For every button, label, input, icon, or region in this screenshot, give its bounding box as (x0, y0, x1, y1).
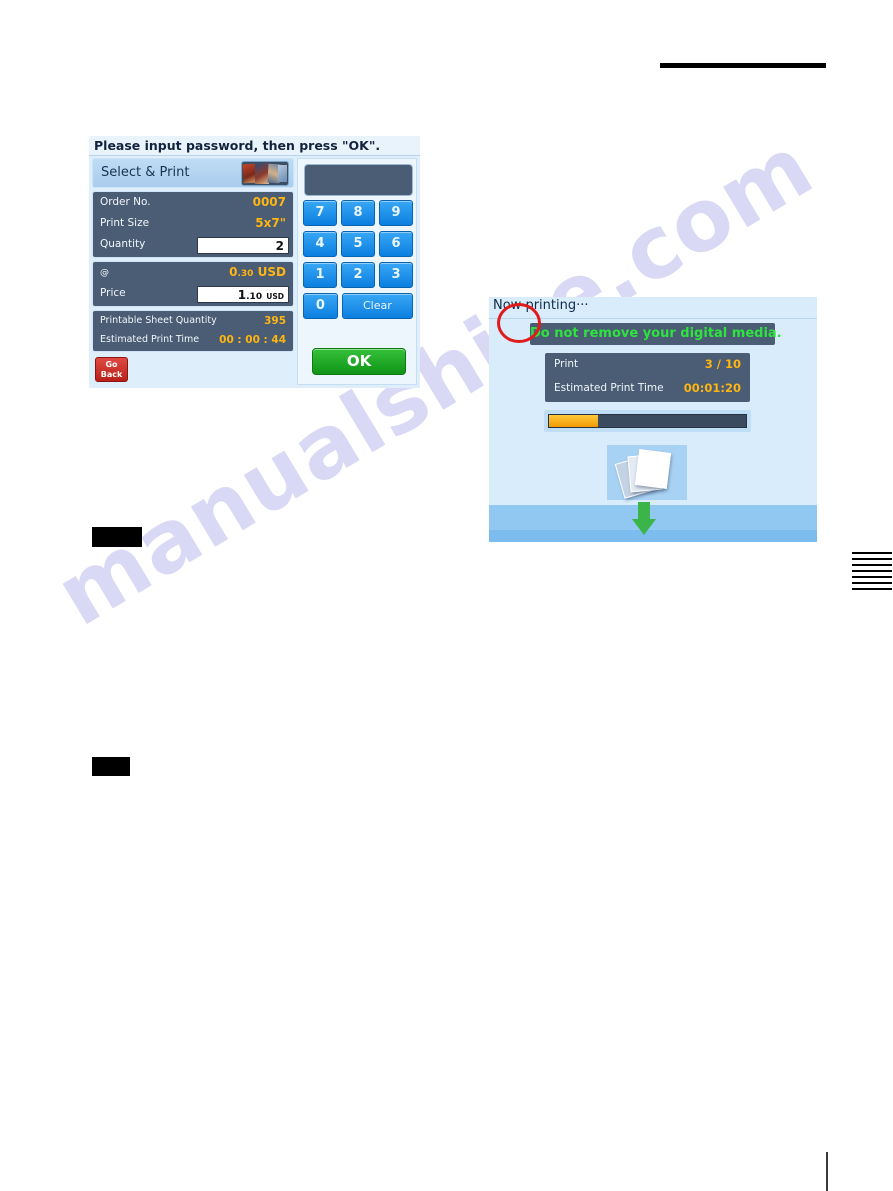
print-size-value: 5x7" (255, 216, 286, 230)
estimated-print-time-row: Estimated Print Time 00 : 00 : 44 (93, 331, 293, 350)
status-info-panel: Printable Sheet Quantity 395 Estimated P… (92, 310, 294, 352)
key-1[interactable]: 1 (303, 262, 337, 288)
password-display-field[interactable] (304, 164, 413, 196)
quantity-label: Quantity (100, 238, 146, 250)
keypad-row: 0 Clear (303, 293, 413, 319)
estimated-print-time-value: 00:01:20 (683, 381, 741, 395)
print-count-value: 3 / 10 (704, 357, 741, 371)
thumb-index-line (852, 576, 892, 578)
keypad-row: 7 8 9 (303, 200, 413, 226)
select-print-header: Select & Print (92, 158, 294, 188)
order-no-value: 0007 (252, 195, 286, 209)
order-no-row: Order No. 0007 (93, 193, 293, 214)
progress-bar-track (548, 414, 747, 428)
go-back-button[interactable]: Go Back (95, 357, 128, 382)
price-info-panel: @ 0.30 USD Price 1.10 USD (92, 261, 294, 307)
price-row: Price 1.10 USD (93, 284, 293, 305)
print-size-label: Print Size (100, 217, 150, 229)
paper-sheet (634, 449, 672, 489)
estimated-print-time-label: Estimated Print Time (554, 382, 664, 394)
key-5[interactable]: 5 (341, 231, 375, 257)
numeric-keypad: 7 8 9 4 5 6 1 2 3 0 Clear (303, 200, 413, 324)
print-count-row: Print 3 / 10 (545, 353, 750, 377)
do-not-remove-media-warning: Do not remove your digital media. (530, 323, 782, 345)
thumb-index-line (852, 564, 892, 566)
thumb-index-line (852, 558, 892, 560)
key-8[interactable]: 8 (341, 200, 375, 226)
photo-collage-icon (242, 162, 288, 185)
go-back-line1: Go (105, 360, 118, 369)
stacked-paper-icon (607, 445, 687, 500)
order-no-label: Order No. (100, 196, 151, 208)
go-back-line2: Back (100, 370, 123, 379)
ok-button[interactable]: OK (312, 348, 406, 375)
key-2[interactable]: 2 (341, 262, 375, 288)
keypad-panel: 7 8 9 4 5 6 1 2 3 0 Clear OK (297, 158, 417, 385)
select-print-left-column: Select & Print Order No. 0007 Print Size… (92, 158, 294, 385)
redacted-block (92, 757, 130, 776)
estimated-print-time-row: Estimated Print Time 00:01:20 (545, 377, 750, 401)
estimated-print-time-value: 00 : 00 : 44 (219, 334, 286, 346)
thumb-index-line (852, 552, 892, 554)
price-input[interactable]: 1.10 USD (197, 286, 289, 303)
printable-sheet-quantity-value: 395 (264, 315, 286, 327)
printable-sheet-quantity-row: Printable Sheet Quantity 395 (93, 312, 293, 331)
quantity-input[interactable]: 2 (197, 237, 289, 254)
footer-rule (826, 1152, 828, 1191)
now-printing-screen: Now printing··· Do not remove your digit… (489, 297, 817, 542)
select-print-header-label: Select & Print (101, 165, 190, 180)
key-9[interactable]: 9 (379, 200, 413, 226)
quantity-row: Quantity 2 (93, 235, 293, 256)
key-6[interactable]: 6 (379, 231, 413, 257)
key-0[interactable]: 0 (303, 293, 338, 319)
thumb-index-line (852, 570, 892, 572)
thumb-index-line (852, 582, 892, 584)
unit-price-label: @ (100, 268, 109, 278)
printable-sheet-quantity-label: Printable Sheet Quantity (100, 315, 217, 326)
order-info-panel: Order No. 0007 Print Size 5x7" Quantity … (92, 191, 294, 258)
estimated-print-time-label: Estimated Print Time (100, 334, 200, 345)
unit-price-value: 0.30 USD (229, 265, 286, 279)
select-and-print-screen: Please input password, then press "OK". … (89, 136, 420, 388)
thumb-index-line (852, 588, 892, 590)
print-progress-panel: Print 3 / 10 Estimated Print Time 00:01:… (545, 353, 750, 402)
keypad-row: 1 2 3 (303, 262, 413, 288)
red-circle-annotation (497, 303, 541, 343)
unit-price-row: @ 0.30 USD (93, 263, 293, 284)
screen-instruction-title: Please input password, then press "OK". (89, 136, 420, 156)
key-4[interactable]: 4 (303, 231, 337, 257)
header-rule (660, 63, 826, 68)
key-7[interactable]: 7 (303, 200, 337, 226)
key-3[interactable]: 3 (379, 262, 413, 288)
progress-bar-fill (549, 415, 599, 427)
keypad-row: 4 5 6 (303, 231, 413, 257)
key-clear[interactable]: Clear (341, 293, 413, 319)
print-size-row: Print Size 5x7" (93, 214, 293, 235)
print-count-label: Print (554, 358, 579, 370)
page-thumb-index (852, 552, 892, 594)
price-label: Price (100, 287, 126, 299)
redacted-block (92, 527, 142, 547)
progress-bar (544, 410, 751, 432)
